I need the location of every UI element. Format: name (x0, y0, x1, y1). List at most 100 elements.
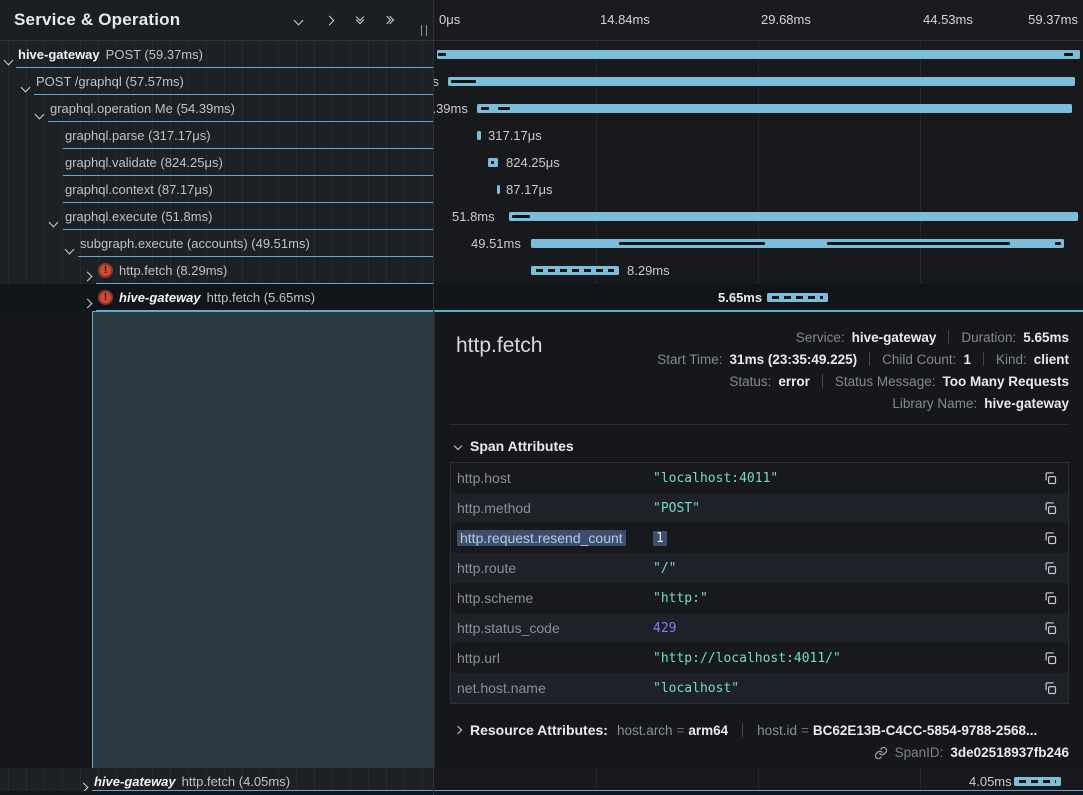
child-count-value: 1 (963, 352, 971, 367)
library-name-value: hive-gateway (984, 396, 1069, 411)
attribute-value[interactable]: "http://localhost:4011/" (653, 651, 1036, 666)
span-bar-row: 4.05ms (434, 768, 1083, 795)
span-bar[interactable] (437, 50, 1080, 59)
span-tree-row[interactable]: graphql.operation Me (54.39ms) (0, 95, 434, 122)
attribute-key[interactable]: http.route (457, 560, 653, 576)
error-icon: ! (98, 263, 113, 278)
attribute-row: http.url "http://localhost:4011/" (451, 643, 1068, 673)
span-bar[interactable] (488, 158, 498, 167)
highlighted-value: 1 (653, 531, 667, 546)
span-tree-row[interactable]: ! http.fetch (8.29ms) (0, 257, 434, 284)
chevron-down-icon[interactable] (66, 240, 73, 257)
copy-icon (1043, 681, 1058, 696)
chevron-down-icon[interactable] (5, 51, 12, 68)
link-icon[interactable] (874, 746, 888, 760)
duration-value: 5.65ms (1023, 330, 1069, 345)
attribute-key[interactable]: http.method (457, 500, 653, 516)
attribute-value[interactable]: 1 (653, 531, 1036, 546)
span-row: graphql.context (87.17μs) 87.17μs (0, 176, 1083, 203)
attribute-key[interactable]: http.status_code (457, 620, 653, 636)
span-tree-row[interactable]: ! hive-gatewayhttp.fetch (5.65ms) (0, 284, 434, 311)
chevron-down-icon[interactable] (50, 213, 57, 230)
span-label: graphql.execute (51.8ms) (65, 203, 212, 230)
chevron-right-icon[interactable] (84, 294, 91, 311)
copy-value-button[interactable] (1036, 651, 1058, 666)
chevron-down-icon (454, 442, 462, 450)
attribute-value[interactable]: "localhost" (653, 681, 1036, 696)
bar-duration-label: 824.25μs (506, 149, 560, 176)
span-id-footer: SpanID: 3de02518937fb246 (874, 745, 1069, 760)
span-bar[interactable] (531, 266, 619, 275)
span-tree-row[interactable]: hive-gatewayhttp.fetch (4.05ms) (0, 768, 434, 795)
copy-value-button[interactable] (1036, 621, 1058, 636)
resource-attributes-row[interactable]: Resource Attributes: host.arch=arm64 hos… (450, 716, 1069, 738)
span-bar[interactable] (448, 77, 1075, 86)
copy-icon (1043, 621, 1058, 636)
span-row: POST /graphql (57.57ms) 57.57ms (0, 68, 1083, 95)
copy-value-button[interactable] (1036, 681, 1058, 696)
copy-value-button[interactable] (1036, 561, 1058, 576)
bar-duration-label: 49.51ms (471, 230, 521, 257)
detail-title: http.fetch (456, 334, 542, 358)
span-tree-row[interactable]: subgraph.execute (accounts) (49.51ms) (0, 230, 434, 257)
status-value: error (778, 374, 810, 389)
span-tree-row[interactable]: graphql.validate (824.25μs) (0, 149, 434, 176)
span-bar[interactable] (497, 185, 500, 194)
span-tree-row[interactable]: hive-gatewayPOST (59.37ms) (0, 41, 434, 68)
span-bar-row: 8.29ms (434, 257, 1083, 284)
span-row: graphql.execute (51.8ms) 51.8ms (0, 203, 1083, 230)
attribute-value[interactable]: "http:" (653, 591, 1036, 606)
attribute-key[interactable]: net.host.name (457, 680, 653, 696)
attribute-value[interactable]: "/" (653, 561, 1036, 576)
attribute-key[interactable]: http.host (457, 470, 653, 486)
attribute-value[interactable]: "POST" (653, 501, 1036, 516)
resource-value: BC62E13B-C4CC-5854-9788-2568... (813, 723, 1037, 738)
span-row: hive-gatewayPOST (59.37ms) (0, 41, 1083, 68)
span-bar[interactable] (1014, 777, 1061, 786)
span-tree-row[interactable]: graphql.parse (317.17μs) (0, 122, 434, 149)
span-tree-row[interactable]: POST /graphql (57.57ms) (0, 68, 434, 95)
panel-resize-handle[interactable] (421, 25, 427, 36)
span-bar[interactable] (509, 212, 1078, 221)
copy-value-button[interactable] (1036, 501, 1058, 516)
span-id-label: SpanID: (895, 745, 944, 760)
copy-value-button[interactable] (1036, 531, 1058, 546)
span-id-value[interactable]: 3de02518937fb246 (950, 745, 1069, 760)
span-label: graphql.operation Me (54.39ms) (50, 95, 235, 122)
span-bar-row (434, 41, 1083, 68)
span-label: http.fetch (8.29ms) (119, 257, 227, 284)
span-row: hive-gatewayhttp.fetch (4.05ms) 4.05ms (0, 768, 1083, 795)
double-chevron-right-icon[interactable] (385, 15, 395, 25)
timeline-axis: 0μs 14.84ms 29.68ms 44.53ms 59.37ms (434, 0, 1083, 41)
attribute-key[interactable]: http.request.resend_count (457, 530, 653, 546)
bar-duration-label: 87.17μs (506, 176, 553, 203)
chevron-down-icon[interactable] (22, 78, 29, 95)
resource-value: arm64 (688, 723, 728, 738)
chevron-right-icon[interactable] (84, 267, 91, 284)
double-chevron-down-icon[interactable] (355, 15, 365, 25)
span-bar[interactable] (477, 104, 1072, 113)
chevron-down-icon[interactable] (293, 15, 304, 26)
axis-tick: 14.84ms (600, 0, 650, 40)
span-attributes-toggle[interactable]: Span Attributes (455, 438, 1069, 454)
span-bar-row: 87.17μs (434, 176, 1083, 203)
attribute-key[interactable]: http.scheme (457, 590, 653, 606)
chevron-down-icon[interactable] (36, 105, 43, 122)
span-attributes-title: Span Attributes (470, 438, 574, 454)
span-service: hive-gateway (18, 41, 100, 68)
attribute-value[interactable]: "localhost:4011" (653, 471, 1036, 486)
copy-value-button[interactable] (1036, 471, 1058, 486)
span-bar[interactable] (477, 131, 481, 140)
bar-duration-label: 317.17μs (488, 122, 542, 149)
span-bar[interactable] (531, 239, 1064, 248)
span-label: POST /graphql (57.57ms) (36, 68, 184, 95)
service-label: Service: (796, 330, 845, 345)
span-tree-row[interactable]: graphql.context (87.17μs) (0, 176, 434, 203)
span-row-selected: ! hive-gatewayhttp.fetch (5.65ms) 5.65ms (0, 284, 1083, 311)
span-bar[interactable] (767, 293, 828, 302)
span-tree-row[interactable]: graphql.execute (51.8ms) (0, 203, 434, 230)
chevron-right-icon[interactable] (324, 15, 335, 26)
copy-value-button[interactable] (1036, 591, 1058, 606)
attribute-key[interactable]: http.url (457, 650, 653, 666)
attribute-value[interactable]: 429 (653, 621, 1036, 636)
